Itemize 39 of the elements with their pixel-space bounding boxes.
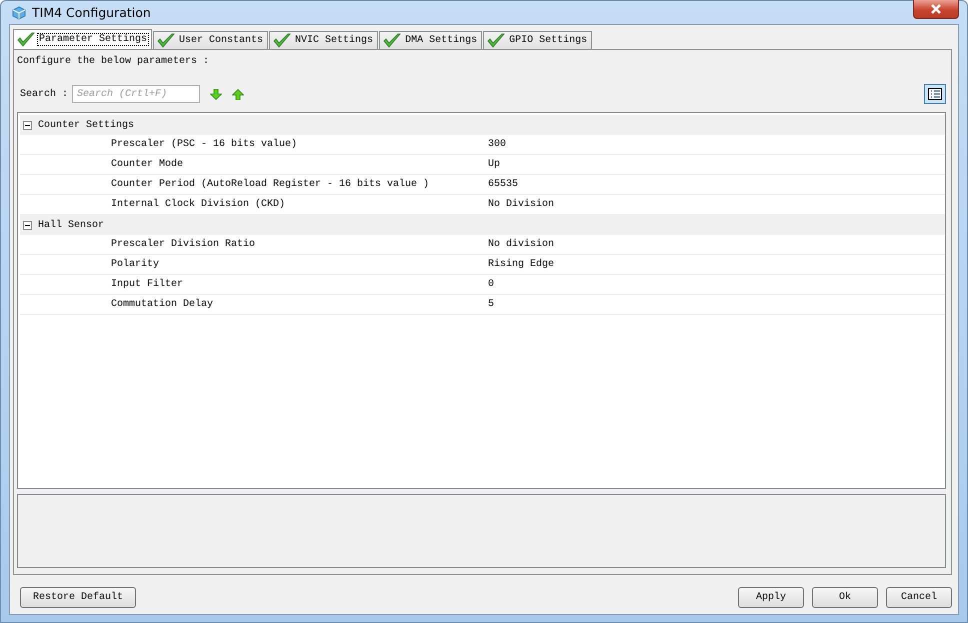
window-title: TIM4 Configuration <box>32 5 151 20</box>
parameter-name: Prescaler Division Ratio <box>110 238 256 252</box>
parameter-value[interactable]: 5 <box>486 295 945 314</box>
cube-icon <box>12 6 26 20</box>
list-view-button[interactable] <box>924 84 946 104</box>
close-icon <box>930 4 942 14</box>
collapse-icon[interactable] <box>23 220 32 230</box>
parameter-value[interactable]: Up <box>486 155 945 174</box>
collapse-icon[interactable] <box>23 120 32 130</box>
parameter-name: Polarity <box>110 258 160 272</box>
parameter-value[interactable]: Rising Edge <box>486 255 945 274</box>
tab[interactable]: NVIC Settings <box>269 31 378 49</box>
up-arrow-icon[interactable] <box>232 88 244 100</box>
instruction-text: Configure the below parameters : <box>17 54 210 69</box>
parameter-name: Counter Mode <box>110 158 184 172</box>
search-label: Search : <box>20 88 68 100</box>
tab[interactable]: GPIO Settings <box>483 31 592 49</box>
dialog-button[interactable]: Ok <box>812 587 878 608</box>
parameter-name: Counter Period (AutoReload Register - 16 bits value ) <box>110 178 430 192</box>
dialog-button[interactable]: Cancel <box>886 587 952 608</box>
parameter-name: Commutation Delay <box>110 298 214 312</box>
parameter-value[interactable]: No Division <box>486 195 945 214</box>
tab[interactable]: Parameter Settings <box>13 29 152 49</box>
group-title: Hall Sensor <box>38 220 104 230</box>
parameter-value[interactable]: 65535 <box>486 175 945 194</box>
parameter-value[interactable]: No division <box>486 235 945 254</box>
parameter-name: Prescaler (PSC - 16 bits value) <box>110 138 298 152</box>
down-arrow-icon[interactable] <box>210 88 222 100</box>
restore-default-button[interactable]: Restore Default <box>20 587 136 608</box>
tab[interactable]: DMA Settings <box>379 31 482 49</box>
dialog-button[interactable]: Apply <box>738 587 804 608</box>
parameter-value[interactable]: 0 <box>486 275 945 294</box>
parameter-name: Input Filter <box>110 278 184 292</box>
group-title: Counter Settings <box>38 120 134 130</box>
parameter-name: Internal Clock Division (CKD) <box>110 198 286 212</box>
parameter-value[interactable]: 300 <box>486 135 945 154</box>
tab[interactable]: User Constants <box>153 31 268 49</box>
search-field[interactable]: Search (Crtl+F) <box>72 85 200 103</box>
close-button[interactable] <box>913 0 959 18</box>
